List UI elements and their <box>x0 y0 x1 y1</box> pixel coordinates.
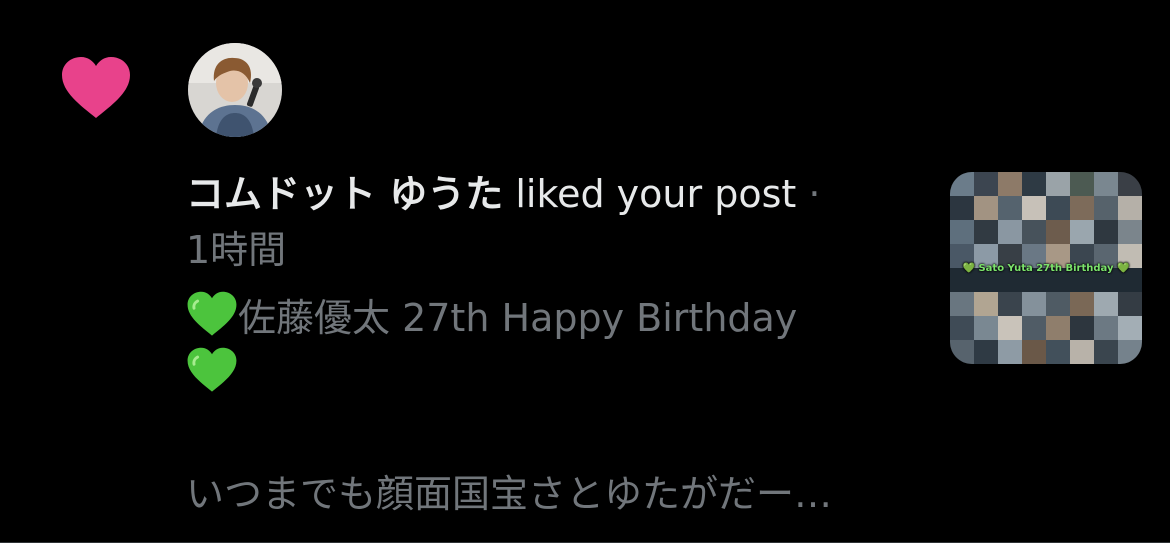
like-notification[interactable]: コムドット ゆうた liked your post · 1時間 佐藤優太 27t… <box>0 0 1170 543</box>
post-thumbnail[interactable]: 💚 Sato Yuta 27th Birthday 💚 <box>950 172 1142 364</box>
post-body-text: いつまでも顔面国宝さとゆたがだー… <box>186 472 833 516</box>
action-text: liked your post <box>515 172 797 216</box>
green-heart-icon <box>187 291 237 336</box>
green-heart-icon <box>187 347 237 392</box>
heart-icon <box>62 57 130 118</box>
timestamp: 1時間 <box>186 228 287 272</box>
post-text-line: 佐藤優太 27th Happy Birthday <box>238 296 798 340</box>
user-name[interactable]: コムドット ゆうた <box>186 172 503 216</box>
avatar-image <box>188 43 282 137</box>
post-preview: 佐藤優太 27th Happy Birthday <box>186 290 886 402</box>
thumbnail-banner: 💚 Sato Yuta 27th Birthday 💚 <box>962 263 1130 274</box>
avatar[interactable] <box>188 43 282 137</box>
separator: · <box>808 172 821 216</box>
notification-headline: コムドット ゆうた liked your post · 1時間 <box>186 166 886 278</box>
